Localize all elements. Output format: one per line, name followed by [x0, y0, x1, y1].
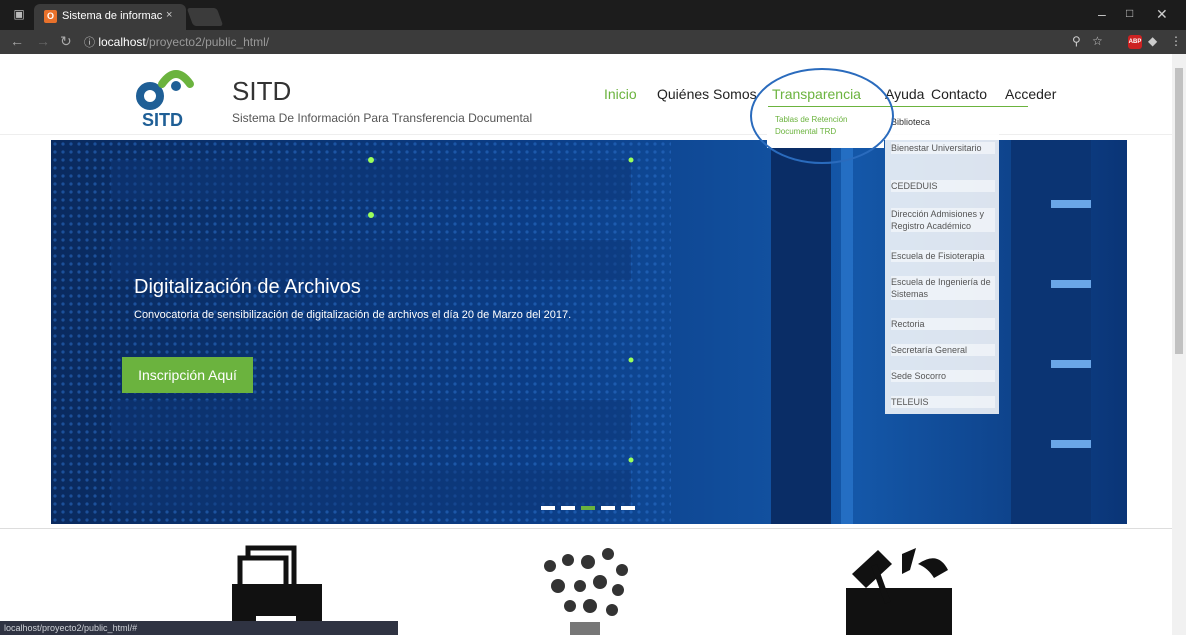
incognito-icon: ▣: [13, 7, 25, 21]
extension-icon[interactable]: ◆: [1148, 34, 1157, 48]
submenu-item-rectoria[interactable]: Rectoria: [891, 318, 995, 330]
web-page: SITD SITD Sistema De Información Para Tr…: [0, 54, 1172, 635]
submenu-item-bienestar[interactable]: Bienestar Universitario: [891, 142, 995, 154]
slide-dot-active[interactable]: [581, 506, 595, 510]
hero-title: Digitalización de Archivos: [134, 276, 361, 298]
cloud-apps-icon: [544, 548, 628, 635]
slide-dot[interactable]: [621, 506, 635, 510]
page-scrollbar[interactable]: [1172, 54, 1186, 635]
key-icon[interactable]: ⚲: [1072, 34, 1081, 48]
tab-bar: ▣ O Sistema de información × – □ ✕: [0, 0, 1186, 30]
adblock-icon[interactable]: ABP: [1128, 35, 1142, 49]
tab-title: Sistema de información: [62, 10, 162, 22]
scrollbar-thumb[interactable]: [1175, 68, 1183, 354]
menu-icon[interactable]: ⋮: [1170, 34, 1182, 48]
close-window-icon[interactable]: ✕: [1156, 6, 1168, 23]
submenu-item-admisiones[interactable]: Dirección Admisiones y Registro Académic…: [891, 208, 995, 232]
hero-description: Convocatoria de sensibilización de digit…: [134, 309, 572, 321]
nav-item-quienes-somos[interactable]: Quiénes Somos: [657, 86, 757, 102]
nav-item-acceder[interactable]: Acceder: [1005, 86, 1056, 102]
logo-text: SITD: [142, 110, 184, 130]
register-button[interactable]: Inscripción Aquí: [122, 357, 253, 393]
nav-item-ayuda[interactable]: Ayuda: [885, 86, 924, 102]
submenu-item-teleuis[interactable]: TELEUIS: [891, 396, 995, 408]
submenu-item-fisioterapia[interactable]: Escuela de Fisioterapia: [891, 250, 995, 262]
submenu-item-cededuis[interactable]: CEDEDUIS: [891, 180, 995, 192]
slide-dot[interactable]: [561, 506, 575, 510]
slide-dot[interactable]: [601, 506, 615, 510]
submenu-item-ingenieria-sistemas[interactable]: Escuela de Ingeniería de Sistemas: [891, 276, 995, 300]
submenu-item-socorro[interactable]: Sede Socorro: [891, 370, 995, 382]
site-title[interactable]: SITD: [232, 76, 291, 107]
site-tagline: Sistema De Información Para Transferenci…: [232, 111, 533, 125]
slide-dot[interactable]: [541, 506, 555, 510]
browser-tab[interactable]: O Sistema de información ×: [34, 4, 186, 30]
new-tab-button[interactable]: [186, 8, 224, 26]
tools-icon: [846, 548, 952, 635]
reload-icon[interactable]: ↻: [60, 33, 72, 50]
address-bar: ← → ↻ ⓘ localhost/proyecto2/public_html/…: [0, 30, 1186, 54]
minimize-icon[interactable]: –: [1098, 6, 1106, 22]
star-icon[interactable]: ☆: [1092, 34, 1103, 48]
nav-item-contacto[interactable]: Contacto: [931, 86, 987, 102]
back-icon[interactable]: ←: [10, 33, 24, 49]
maximize-icon[interactable]: □: [1126, 6, 1133, 20]
submenu-item-secretaria[interactable]: Secretaría General: [891, 344, 995, 356]
submenu-item-biblioteca[interactable]: Biblioteca: [891, 116, 995, 128]
url-input[interactable]: ⓘ localhost/proyecto2/public_html/: [84, 32, 1064, 52]
nav-item-inicio[interactable]: Inicio: [604, 86, 637, 102]
forward-icon[interactable]: →: [36, 33, 50, 49]
tab-close-button[interactable]: ×: [166, 9, 172, 21]
status-bar-url: localhost/proyecto2/public_html/#: [0, 621, 398, 635]
url-path: /proyecto2/public_html/: [145, 35, 270, 49]
url-host: localhost: [98, 35, 146, 49]
favicon-icon: O: [44, 10, 57, 23]
info-icon[interactable]: ⓘ: [84, 37, 95, 49]
section-divider: [0, 528, 1172, 529]
dependencias-submenu: Biblioteca Bienestar Universitario CEDED…: [885, 110, 999, 414]
highlight-ring: [750, 68, 894, 164]
